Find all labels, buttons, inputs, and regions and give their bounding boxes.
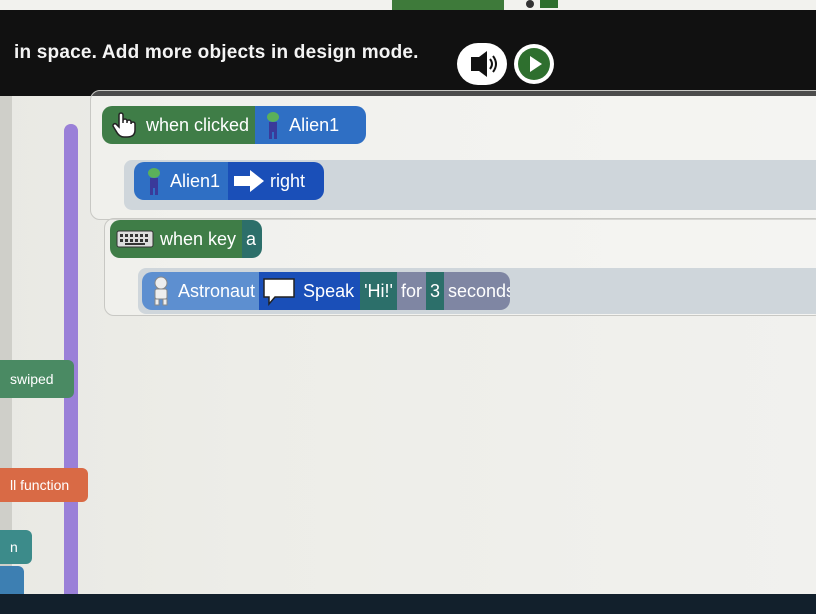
astronaut-icon (154, 276, 168, 306)
speak-object: Astronaut (178, 280, 256, 301)
speak-text: 'Hi!' (364, 280, 393, 301)
when-key-block[interactable]: when key a (110, 220, 262, 258)
seconds-label: seconds (448, 280, 510, 301)
palette-item-swiped[interactable]: swiped (0, 360, 74, 398)
seconds-value: 3 (429, 280, 440, 301)
play-button[interactable] (514, 44, 554, 84)
top-bar (0, 0, 816, 18)
move-direction: right (270, 170, 306, 191)
seconds-field[interactable]: 3 (425, 272, 444, 310)
when-key-label: when key (160, 228, 237, 249)
speak-block[interactable]: Astronaut Speak 'Hi!' for 3 seconds (142, 272, 510, 310)
move-block[interactable]: Alien1 right (134, 162, 324, 200)
when-clicked-block[interactable]: when clicked Alien1 (102, 106, 366, 144)
when-clicked-label: when clicked (146, 114, 250, 135)
speech-bubble-icon (263, 278, 295, 306)
sound-icon (471, 51, 497, 77)
arrow-icon (234, 170, 265, 192)
sound-button[interactable] (457, 43, 507, 85)
move-object: Alien1 (170, 170, 221, 191)
key-value: a (246, 228, 257, 249)
keyboard-icon (116, 230, 154, 248)
speak-text-field[interactable]: 'Hi!' (360, 272, 397, 310)
palette-item-label: n (10, 539, 18, 555)
taskbar (0, 594, 816, 614)
instruction-bar: in space. Add more objects in design mod… (0, 10, 816, 96)
key-field[interactable]: a (242, 220, 262, 258)
play-icon (518, 48, 550, 80)
hand-icon (112, 112, 136, 138)
palette-item-label: ll function (10, 477, 70, 493)
palette-item-3[interactable]: n (0, 530, 32, 564)
speak-action: Speak (303, 280, 355, 301)
when-clicked-object: Alien1 (289, 114, 340, 135)
alien-icon (267, 112, 280, 139)
toolbar-icon[interactable] (520, 0, 560, 10)
for-label: for (400, 280, 422, 301)
alien-icon (148, 168, 160, 195)
instruction-text: in space. Add more objects in design mod… (14, 42, 419, 63)
palette-item-label: swiped (10, 371, 54, 387)
palette-item-function[interactable]: ll function (0, 468, 88, 502)
